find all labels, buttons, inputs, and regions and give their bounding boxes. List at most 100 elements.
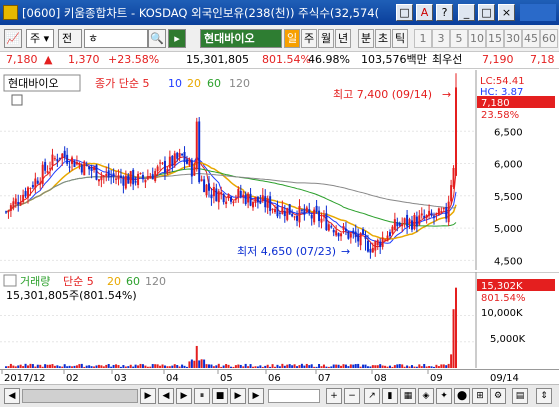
candle-body	[239, 190, 242, 197]
candle-body	[303, 208, 306, 215]
candle-body	[49, 168, 52, 170]
interval-15[interactable]: 15	[486, 29, 504, 48]
tool-4-icon[interactable]: ◈	[418, 388, 434, 404]
zoom-in-button[interactable]: +	[326, 388, 342, 404]
interval-60[interactable]: 60	[540, 29, 558, 48]
expand-icon[interactable]: ⇕	[536, 388, 552, 404]
candle-body	[217, 191, 220, 203]
market-select[interactable]: 주 ▾	[26, 29, 54, 48]
candle-body	[149, 175, 152, 179]
candle-body	[102, 175, 105, 177]
candle-body	[237, 188, 240, 198]
search-input[interactable]: ㅎ	[84, 29, 148, 48]
candle-body	[259, 200, 262, 204]
volume-bar	[171, 365, 174, 368]
restore-icon[interactable]: □	[396, 4, 413, 21]
volume-bar	[281, 363, 284, 368]
minimize-button[interactable]: _	[458, 4, 475, 21]
tab-year[interactable]: 년	[335, 29, 351, 48]
volume-bar	[83, 366, 86, 368]
last-button[interactable]: ▶	[248, 388, 264, 404]
price-tick-label: 6,000	[494, 160, 523, 171]
volume-bar	[286, 364, 289, 368]
volume-value: 15,301,805	[186, 53, 249, 66]
date-axis-svg: 2017/12 02 03 04 05 06 07 08 09 09/14	[1, 370, 519, 384]
candle-body	[183, 151, 186, 163]
candle-body	[163, 160, 166, 173]
interval-1[interactable]: 1	[414, 29, 432, 48]
volume-bar	[440, 364, 443, 368]
interval-5[interactable]: 5	[450, 29, 468, 48]
candle-body	[447, 201, 450, 223]
titlebar-filler	[520, 4, 556, 21]
chart-type-icon[interactable]: 📈	[4, 29, 22, 48]
tool-6-icon[interactable]: ⬤	[454, 388, 470, 404]
candle-body	[24, 191, 27, 197]
next-button[interactable]: ▶	[230, 388, 246, 404]
volume-bar	[396, 364, 399, 368]
candle-body	[75, 162, 78, 165]
volume-bar	[29, 363, 32, 368]
candle-body	[342, 226, 345, 230]
tab-second[interactable]: 초	[375, 29, 391, 48]
font-icon[interactable]: A	[416, 4, 433, 21]
prev-button[interactable]: ▶	[176, 388, 192, 404]
tab-month[interactable]: 월	[318, 29, 334, 48]
volume-bar	[330, 366, 333, 368]
next-stock-icon[interactable]: ▸	[168, 29, 186, 48]
volume-bar	[132, 366, 135, 368]
volume-bar	[88, 365, 91, 368]
maximize-button[interactable]: □	[478, 4, 495, 21]
tab-day[interactable]: 일	[284, 29, 300, 48]
search-icon[interactable]: 🔍	[148, 29, 166, 48]
candle-body	[34, 178, 37, 189]
volume-bar	[300, 363, 303, 368]
volume-bar	[144, 365, 147, 368]
help-icon[interactable]: ?	[436, 4, 453, 21]
candle-body	[200, 179, 203, 181]
tool-8-icon[interactable]: ⚙	[490, 388, 506, 404]
volume-bar	[425, 366, 428, 368]
tool-2-icon[interactable]: ▮	[382, 388, 398, 404]
all-select[interactable]: 전	[58, 29, 82, 48]
interval-3[interactable]: 3	[432, 29, 450, 48]
candle-body	[193, 166, 196, 176]
candle-body	[58, 157, 61, 159]
tool-7-icon[interactable]: ⊞	[472, 388, 488, 404]
x-tick-label: 04	[166, 373, 179, 384]
scroll-track[interactable]	[22, 389, 138, 403]
stop-button[interactable]: ■	[212, 388, 228, 404]
scroll-left-button[interactable]: ◀	[4, 388, 20, 404]
volume-bar	[259, 365, 262, 368]
candle-body	[44, 162, 47, 171]
close-button[interactable]: ×	[498, 4, 515, 21]
volume-bar	[134, 364, 137, 368]
volume-tick-5000k: 5,000K	[490, 334, 526, 345]
candle-body	[452, 168, 455, 188]
volume-bar	[93, 366, 96, 368]
scroll-right-button[interactable]: ▶	[140, 388, 156, 404]
zoom-out-button[interactable]: −	[344, 388, 360, 404]
tab-minute[interactable]: 분	[358, 29, 374, 48]
volume-bar	[386, 366, 389, 368]
tab-tick[interactable]: 틱	[392, 29, 408, 48]
interval-30[interactable]: 30	[504, 29, 522, 48]
zoom-slider[interactable]	[268, 389, 320, 403]
volume-bar	[413, 366, 416, 368]
volume-bar	[36, 364, 39, 368]
tab-week[interactable]: 주	[301, 29, 317, 48]
tool-1-icon[interactable]: ↗	[364, 388, 380, 404]
interval-45[interactable]: 45	[522, 29, 540, 48]
chart-config-icon[interactable]: ▤	[512, 388, 528, 404]
volume-chart[interactable]: 거래량 단순 5 20 60 120 15,301,805주(801.54%) …	[0, 271, 559, 368]
interval-10[interactable]: 10	[468, 29, 486, 48]
price-chart[interactable]: 현대바이오 종가 단순 5 10 20 60 120 최고 7,400 (09/…	[0, 70, 559, 270]
candle-body	[308, 209, 311, 214]
first-button[interactable]: ◀	[158, 388, 174, 404]
volume-bar	[335, 364, 338, 368]
tool-5-icon[interactable]: ✦	[436, 388, 452, 404]
tool-3-icon[interactable]: ▦	[400, 388, 416, 404]
volume-bar	[428, 366, 431, 368]
pause-button[interactable]: ⏸	[194, 388, 210, 404]
volume-bar	[137, 365, 140, 368]
